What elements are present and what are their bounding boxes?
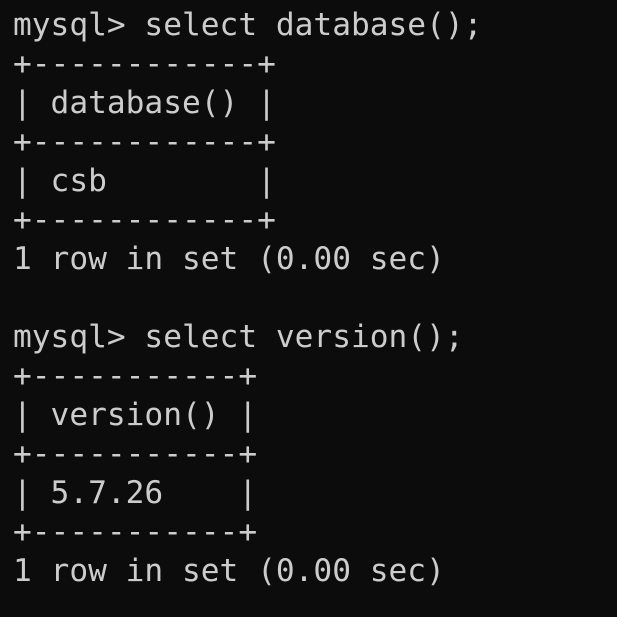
result-summary: 1 row in set (0.00 sec) — [13, 241, 445, 277]
table-data-row: | 5.7.26 | — [13, 475, 258, 511]
table-border-top: +------------+ — [13, 46, 276, 82]
table-header-row: | version() | — [13, 397, 258, 433]
terminal-window[interactable]: mysql> select database(); +------------+… — [0, 0, 617, 617]
command-line-database: mysql> select database(); — [13, 7, 483, 43]
table-border-bottom: +-----------+ — [13, 514, 258, 550]
table-border-bottom: +------------+ — [13, 202, 276, 238]
result-summary: 1 row in set (0.00 sec) — [13, 553, 445, 589]
table-data-row: | csb | — [13, 163, 276, 199]
table-border-top: +-----------+ — [13, 358, 258, 394]
table-border-mid: +------------+ — [13, 124, 276, 160]
command-line-version: mysql> select version(); — [13, 319, 464, 355]
table-border-mid: +-----------+ — [13, 436, 258, 472]
table-header-row: | database() | — [13, 85, 276, 121]
